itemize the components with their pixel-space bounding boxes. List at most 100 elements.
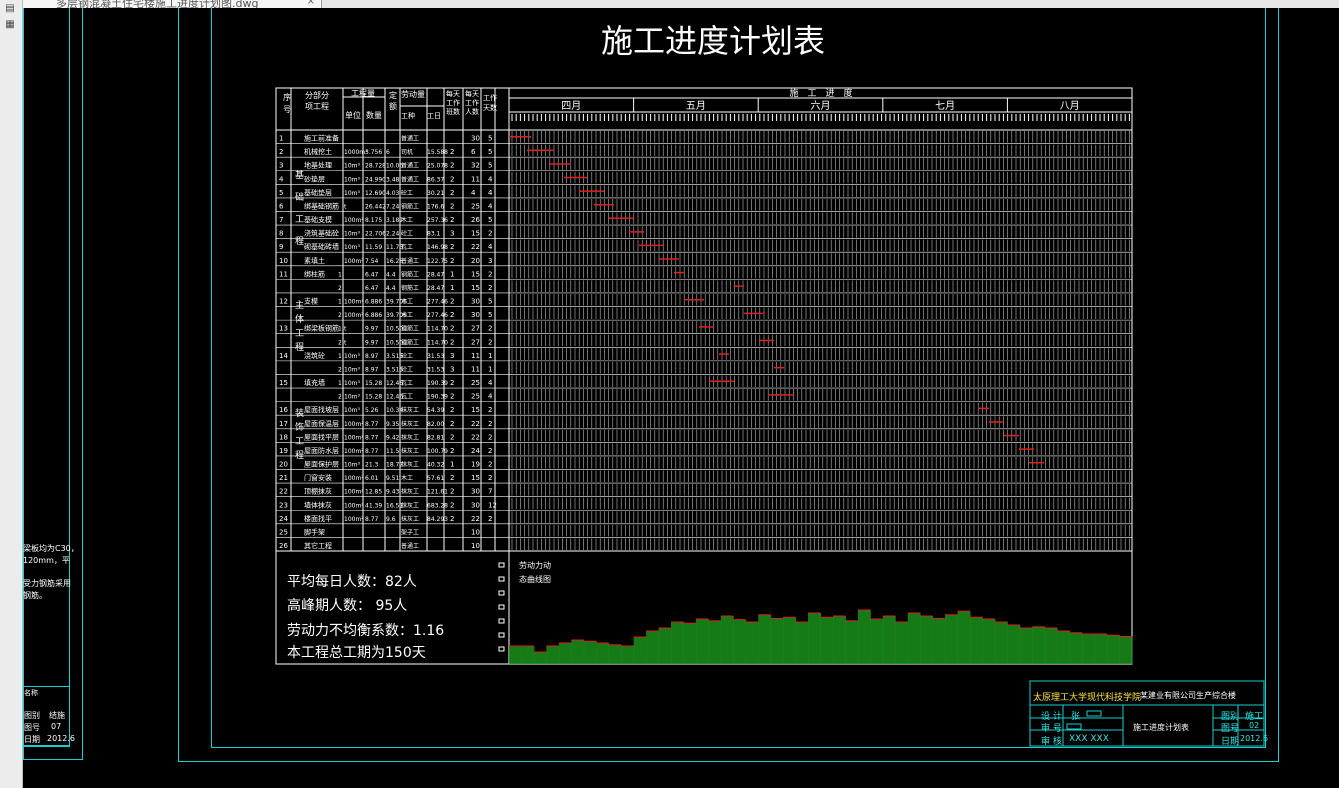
row-qty: 6.886 <box>365 299 382 306</box>
row-unit: 100m² <box>344 434 364 441</box>
row-item: 顶棚抹灰 <box>304 487 332 496</box>
row-shifts: 2 <box>450 488 454 496</box>
row-trade: 钢筋工 <box>401 284 419 292</box>
row-item: 砂垫层 <box>304 174 325 183</box>
row-shifts: 1 <box>450 284 454 292</box>
row-days: 2 <box>488 461 492 469</box>
row-trade: 砼工 <box>401 365 413 373</box>
row-days: 5 <box>488 162 492 170</box>
header-shifts: 班数 <box>446 107 460 116</box>
row-qty: 8.77 <box>365 434 379 441</box>
row-seq: 13 <box>279 325 288 333</box>
row-quota: 9.43 <box>386 489 400 496</box>
row-persons: 19 <box>471 461 480 469</box>
row-trade: 普通工 <box>401 135 419 143</box>
row-shifts: 2 <box>450 202 454 210</box>
row-trade: 抹灰工 <box>401 433 419 441</box>
row-trade: 架子工 <box>401 528 419 536</box>
row-item: 基础垫层 <box>304 188 332 197</box>
row-trade: 砼工 <box>401 230 413 238</box>
row-workday: 86.37 <box>427 176 444 183</box>
row-days: 2 <box>488 474 492 482</box>
row-qty: 9.97 <box>365 339 379 346</box>
row-persons: 25 <box>471 379 480 387</box>
row-shifts: 1 <box>450 270 454 278</box>
row-persons: 27 <box>471 325 480 333</box>
row-shifts: 2 <box>450 338 454 346</box>
row-item: 楼面找平 <box>304 514 332 523</box>
row-trade: 司机 <box>401 148 413 156</box>
row-days: 7 <box>488 488 492 496</box>
header-days: 天数 <box>483 103 497 112</box>
row-qty: 8.175 <box>365 217 382 224</box>
row-persons: 30 <box>471 298 480 306</box>
row-workday: 40.32 <box>427 462 444 469</box>
row-qty: 11.59 <box>365 244 382 251</box>
row-unit: 10m³ <box>344 176 360 183</box>
row-unit: 10m³ <box>344 190 360 197</box>
row-workday: 82.00 <box>427 421 444 428</box>
row-workday: 57.61 <box>427 475 444 482</box>
row-days: 2 <box>488 230 492 238</box>
row-trade: 抹灰工 <box>401 461 419 469</box>
row-unit: 10m³ <box>344 244 360 251</box>
row-workday: 54.39 <box>427 407 444 414</box>
row-shifts: 1 <box>450 461 454 469</box>
row-quota: 9.51 <box>386 475 400 482</box>
row-qty: 12.690 <box>365 190 386 197</box>
row-unit: 100m² <box>344 299 364 306</box>
row-item: 屋面防水层 <box>304 446 339 455</box>
row-trade: 瓦工 <box>401 380 413 387</box>
row-part: 1 <box>338 326 342 333</box>
row-workday: 176.6 <box>427 203 444 210</box>
drawing-tab[interactable]: 多层钢混凝土住宅楼施工进度计划图.dwg × <box>22 0 322 8</box>
row-qty: 28.728 <box>365 163 386 170</box>
row-trade: 抹灰工 <box>401 420 419 428</box>
row-persons: 24 <box>471 447 480 455</box>
close-icon[interactable]: × <box>307 0 315 7</box>
row-days: 2 <box>488 420 492 428</box>
row-item: 屋面找平层 <box>304 432 339 441</box>
row-trade: 瓦工 <box>401 244 413 251</box>
row-trade: 木工 <box>401 474 413 482</box>
layers-icon[interactable]: ▤ <box>3 2 17 16</box>
row-unit: 100m² <box>344 421 364 428</box>
row-qty: 5.26 <box>365 407 379 414</box>
row-qty: 6.886 <box>365 312 382 319</box>
left-toolbar: ▤ ▦ <box>0 0 23 788</box>
row-item: 浇筑砼 <box>304 351 325 360</box>
row-seq: 10 <box>279 257 288 265</box>
row-trade: 砼工 <box>401 352 413 360</box>
row-quota: 9.35 <box>386 421 400 428</box>
row-item: 填充墙 <box>304 378 325 387</box>
row-persons: 15 <box>471 474 480 482</box>
row-unit: t <box>344 326 347 333</box>
row-persons: 27 <box>471 338 480 346</box>
row-persons: 25 <box>471 202 480 210</box>
row-quota: 2.24 <box>386 231 400 238</box>
row-trade: 砼工 <box>401 189 413 197</box>
row-unit: 100m² <box>344 502 364 509</box>
row-days: 2 <box>488 447 492 455</box>
row-workday: 31.53 <box>427 353 444 360</box>
row-days: 12 <box>488 501 497 509</box>
row-days: 1 <box>488 365 492 373</box>
header-quota: 定 <box>389 90 397 100</box>
row-workday: 31.53 <box>427 366 444 373</box>
row-days: 2 <box>488 338 492 346</box>
row-shifts: 2 <box>450 325 454 333</box>
row-workday: 683.28 <box>427 502 448 509</box>
layout-icon[interactable]: ▦ <box>3 18 17 32</box>
row-shifts: 2 <box>450 148 454 156</box>
row-persons: 25 <box>471 393 480 401</box>
drawing-canvas[interactable]: 梁板均为C30， 120mm，平 受力钢筋采用 钢筋。 名称 图别 结施 图号 … <box>23 8 1339 788</box>
row-item: 基础支模 <box>304 215 332 224</box>
row-seq: 20 <box>279 461 288 469</box>
row-shifts: 2 <box>450 243 454 251</box>
tab-strip: 多层钢混凝土住宅楼施工进度计划图.dwg × <box>0 0 1339 8</box>
row-trade: 钢筋工 <box>401 270 419 278</box>
row-qty: 3.756 <box>365 149 382 156</box>
row-qty: 15.28 <box>365 380 382 387</box>
row-quota: 3.48 <box>386 176 400 183</box>
row-trade: 普通工 <box>401 175 419 183</box>
